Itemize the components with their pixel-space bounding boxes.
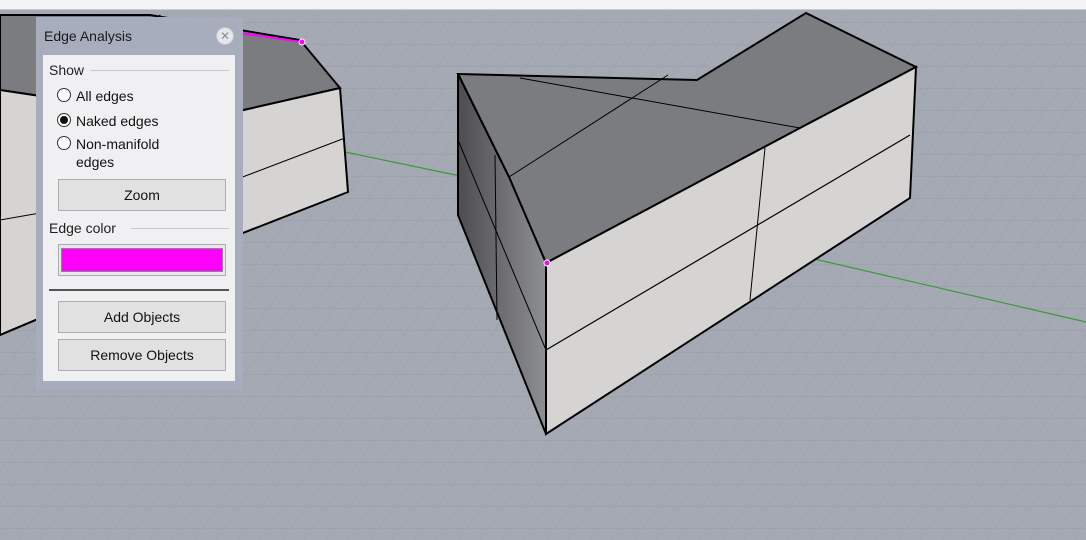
separator [49, 289, 229, 291]
show-group-line [87, 70, 229, 71]
radio-button-checked-icon[interactable] [57, 113, 71, 127]
edge-color-group-line [131, 228, 229, 229]
edge-color-label: Edge color [49, 220, 122, 236]
radio-label: Naked edges [76, 113, 159, 129]
radio-label-line1: Non-manifold [76, 136, 160, 152]
radio-naked-edges[interactable]: Naked edges [57, 112, 159, 130]
radio-label-line2: edges [76, 154, 115, 170]
zoom-button[interactable]: Zoom [58, 179, 226, 211]
remove-objects-button[interactable]: Remove Objects [58, 339, 226, 371]
panel-body: Show All edges Naked edges Non-manifold … [43, 55, 235, 381]
radio-button-icon[interactable] [57, 136, 71, 150]
radio-non-manifold-edges[interactable]: Non-manifold edges [57, 135, 159, 171]
radio-label: Non-manifold edges [76, 135, 159, 171]
radio-button-icon[interactable] [57, 88, 71, 102]
close-icon[interactable]: ✕ [216, 27, 234, 45]
radio-all-edges[interactable]: All edges [57, 87, 134, 105]
show-group-label: Show [49, 62, 91, 78]
edge-color-picker[interactable] [58, 244, 226, 276]
add-objects-button[interactable]: Add Objects [58, 301, 226, 333]
edge-analysis-panel: Edge Analysis ✕ Show All edges Naked edg… [36, 17, 243, 390]
edge-color-swatch[interactable] [61, 248, 223, 272]
radio-label: All edges [76, 88, 134, 104]
panel-title: Edge Analysis [44, 28, 132, 44]
